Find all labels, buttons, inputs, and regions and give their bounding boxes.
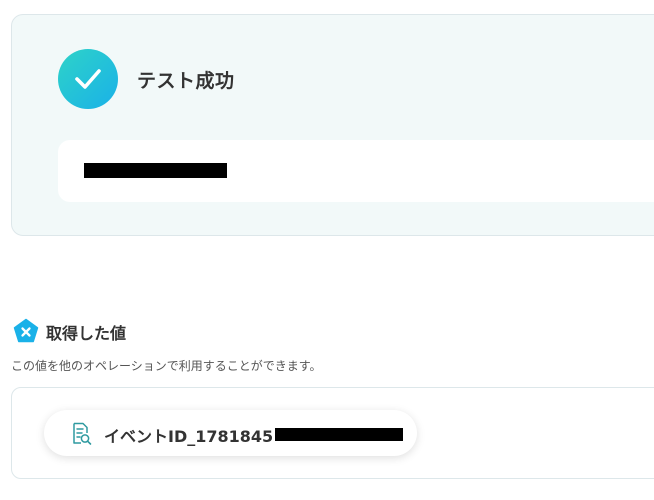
section-title: 取得した値 bbox=[46, 324, 127, 343]
document-search-icon bbox=[73, 422, 92, 445]
test-result-box bbox=[58, 140, 654, 202]
redacted-value bbox=[275, 428, 403, 441]
value-chip-event-id[interactable]: イベントID_1781845 bbox=[44, 410, 417, 456]
pentagon-x-icon bbox=[13, 318, 39, 343]
retrieved-values-box: イベントID_1781845 bbox=[11, 387, 654, 479]
value-label: イベントID_1781845 bbox=[104, 427, 274, 446]
test-status-title: テスト成功 bbox=[137, 70, 235, 92]
redacted-value bbox=[84, 163, 227, 178]
checkmark-icon bbox=[58, 49, 118, 109]
test-success-card: テスト成功 bbox=[11, 14, 654, 236]
section-description: この値を他のオペレーションで利用することができます。 bbox=[11, 359, 322, 373]
